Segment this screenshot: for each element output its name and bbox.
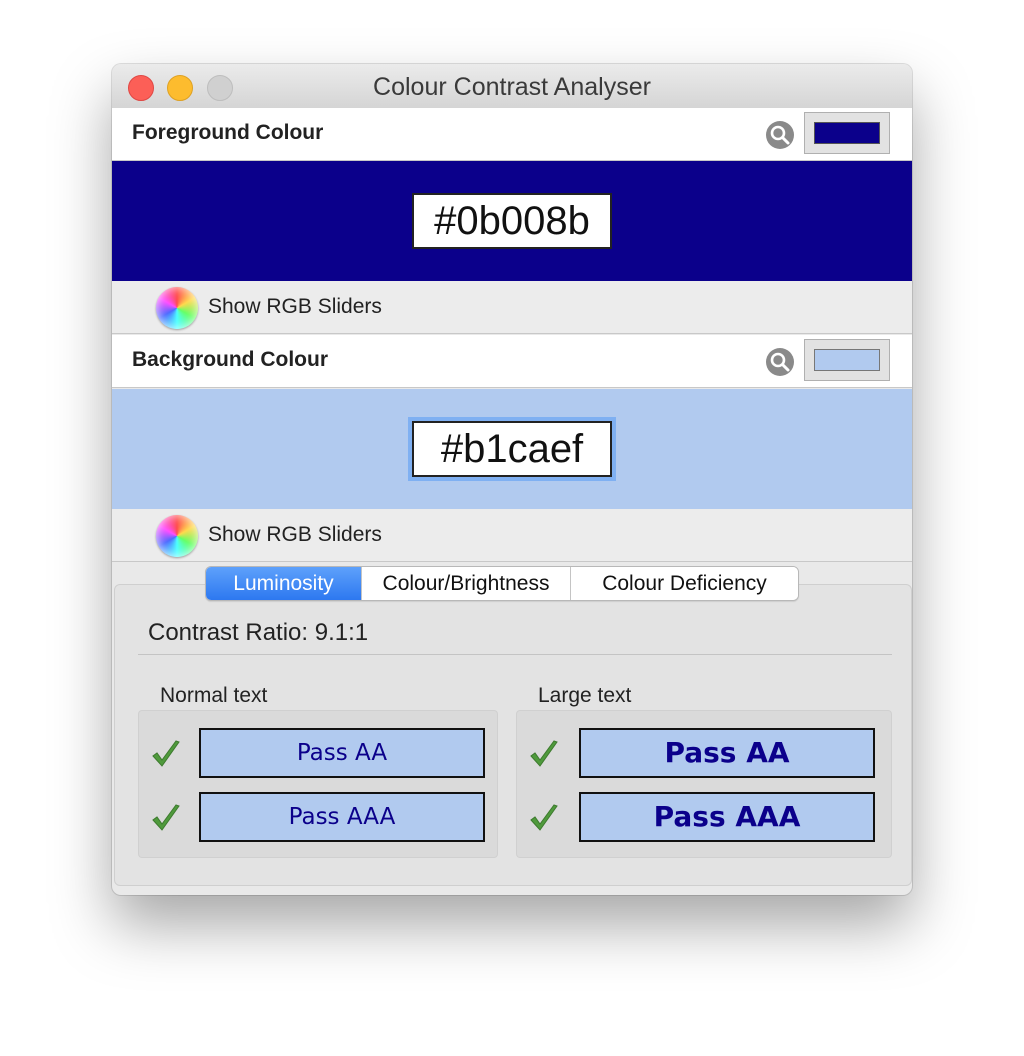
app-window: Colour Contrast Analyser Foreground Colo… [112, 64, 912, 895]
foreground-colour-well[interactable] [804, 112, 890, 154]
large-aa-result: Pass AA [579, 728, 875, 778]
background-colour-well[interactable] [804, 339, 890, 381]
contrast-ratio: Contrast Ratio: 9.1:1 [148, 619, 369, 646]
background-label: Background Colour [132, 348, 329, 371]
window-title: Colour Contrast Analyser [373, 73, 651, 101]
foreground-swatch: #0b008b [112, 161, 912, 281]
large-aaa-result: Pass AAA [579, 792, 875, 842]
foreground-label: Foreground Colour [132, 121, 324, 144]
checkmark-icon [152, 740, 180, 767]
normal-aa-result: Pass AA [199, 728, 485, 778]
tab-bar: Luminosity Colour/Brightness Colour Defi… [205, 566, 799, 601]
normal-text-group: Pass AA Pass AAA [138, 710, 498, 858]
large-text-label: Large text [538, 684, 632, 707]
background-rgb-sliders-toggle[interactable]: Show RGB Sliders [112, 509, 912, 562]
tab-colour-brightness[interactable]: Colour/Brightness [361, 567, 570, 600]
tab-colour-deficiency[interactable]: Colour Deficiency [570, 567, 798, 600]
divider [138, 654, 892, 655]
background-magnifier-icon[interactable] [766, 348, 794, 376]
checkmark-icon [152, 804, 180, 831]
background-hex-input[interactable]: #b1caef [412, 421, 612, 477]
colour-wheel-icon [156, 287, 198, 329]
tab-luminosity[interactable]: Luminosity [206, 567, 361, 600]
foreground-colour-well-swatch [814, 122, 880, 144]
colour-wheel-icon [156, 515, 198, 557]
background-rgb-sliders-label: Show RGB Sliders [208, 523, 382, 546]
large-text-group: Pass AA Pass AAA [516, 710, 892, 858]
normal-text-label: Normal text [160, 684, 268, 707]
foreground-rgb-sliders-toggle[interactable]: Show RGB Sliders [112, 281, 912, 334]
background-header: Background Colour [112, 335, 912, 388]
background-swatch: #b1caef [112, 389, 912, 509]
background-colour-well-swatch [814, 349, 880, 371]
checkmark-icon [530, 804, 558, 831]
checkmark-icon [530, 740, 558, 767]
foreground-header: Foreground Colour [112, 108, 912, 161]
foreground-rgb-sliders-label: Show RGB Sliders [208, 295, 382, 318]
foreground-hex-input[interactable]: #0b008b [412, 193, 612, 249]
title-bar: Colour Contrast Analyser [112, 64, 912, 109]
foreground-magnifier-icon[interactable] [766, 121, 794, 149]
normal-aaa-result: Pass AAA [199, 792, 485, 842]
